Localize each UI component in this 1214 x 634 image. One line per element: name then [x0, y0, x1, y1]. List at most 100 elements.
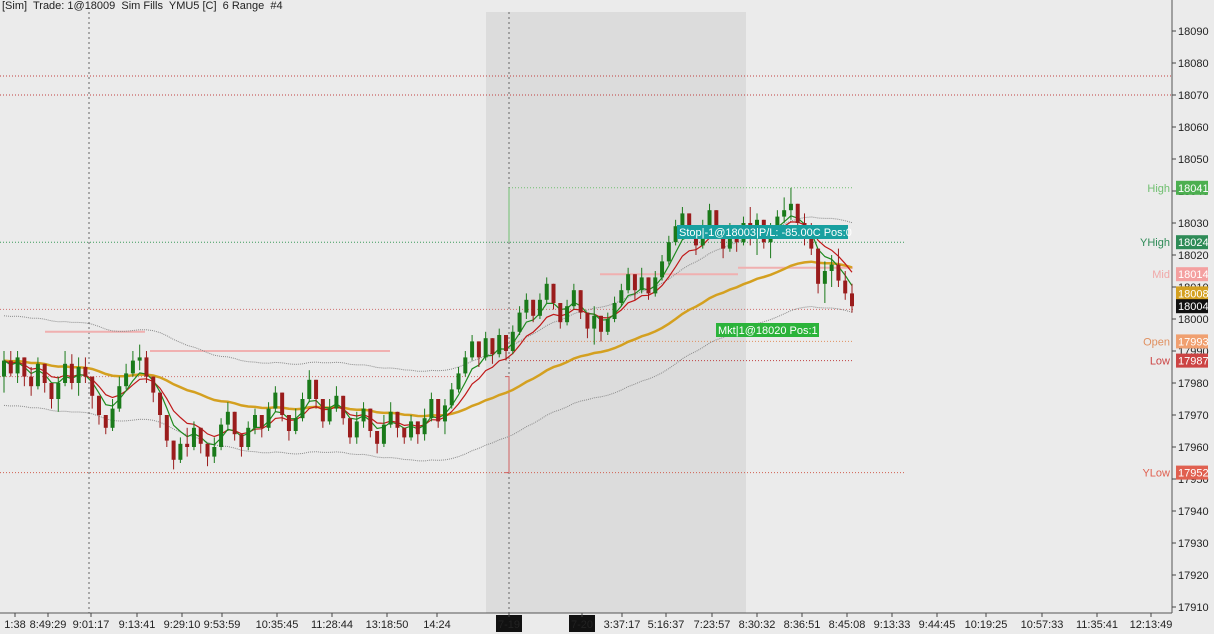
candle-body[interactable] — [164, 415, 169, 441]
candle-body[interactable] — [409, 421, 414, 438]
candle-body[interactable] — [232, 411, 237, 435]
candle-body[interactable] — [822, 271, 827, 284]
candle-body[interactable] — [395, 411, 400, 428]
candle-body[interactable] — [449, 389, 454, 406]
candle-body[interactable] — [110, 408, 115, 428]
candle-body[interactable] — [280, 392, 285, 415]
candle-body[interactable] — [402, 427, 407, 438]
candle-body[interactable] — [565, 306, 570, 323]
candle-body[interactable] — [137, 357, 142, 361]
candle-body[interactable] — [368, 408, 373, 431]
candle-body[interactable] — [680, 213, 685, 227]
candle-body[interactable] — [429, 399, 434, 419]
candle-body[interactable] — [490, 338, 495, 355]
candle-body[interactable] — [510, 331, 515, 351]
candle-body[interactable] — [8, 360, 13, 374]
candle-body[interactable] — [843, 280, 848, 294]
candle-body[interactable] — [626, 274, 631, 291]
candle-body[interactable] — [22, 357, 27, 377]
candle-body[interactable] — [178, 443, 183, 460]
candle-body[interactable] — [42, 363, 47, 383]
candle-body[interactable] — [130, 360, 135, 374]
candle-body[interactable] — [612, 303, 617, 319]
candle-body[interactable] — [504, 335, 509, 351]
candle-body[interactable] — [592, 315, 597, 329]
candle-body[interactable] — [253, 415, 258, 428]
candle-body[interactable] — [90, 376, 95, 396]
candle-body[interactable] — [436, 399, 441, 422]
candle-body[interactable] — [15, 357, 20, 374]
candle-body[interactable] — [56, 383, 61, 399]
candle-body[interactable] — [191, 427, 196, 447]
candle-body[interactable] — [320, 399, 325, 422]
candle-body[interactable] — [212, 447, 217, 457]
candle-body[interactable] — [354, 421, 359, 438]
candle-body[interactable] — [63, 363, 68, 383]
candle-body[interactable] — [273, 392, 278, 409]
candle-body[interactable] — [483, 338, 488, 358]
candle-body[interactable] — [266, 408, 271, 428]
candle-body[interactable] — [531, 299, 536, 316]
candle-body[interactable] — [83, 367, 88, 377]
candle-body[interactable] — [524, 299, 529, 313]
candle-body[interactable] — [470, 341, 475, 358]
candle-body[interactable] — [646, 277, 651, 294]
candle-body[interactable] — [537, 299, 542, 316]
candle-body[interactable] — [96, 395, 101, 415]
candle-body[interactable] — [653, 277, 658, 294]
candle-body[interactable] — [605, 319, 610, 332]
candle-body[interactable] — [144, 357, 149, 377]
candle-body[interactable] — [117, 386, 122, 409]
candle-body[interactable] — [585, 312, 590, 329]
candle-body[interactable] — [544, 283, 549, 300]
candle-body[interactable] — [2, 360, 6, 377]
candle-body[interactable] — [422, 418, 427, 435]
candle-body[interactable] — [517, 312, 522, 332]
candle-body[interactable] — [551, 283, 556, 303]
candle-body[interactable] — [246, 427, 251, 447]
candle-body[interactable] — [415, 421, 420, 435]
candle-body[interactable] — [198, 427, 203, 444]
candle-body[interactable] — [205, 443, 210, 457]
candle-body[interactable] — [293, 418, 298, 431]
candle-body[interactable] — [666, 242, 671, 262]
candle-body[interactable] — [69, 363, 74, 383]
candle-body[interactable] — [639, 277, 644, 291]
candle-body[interactable] — [476, 341, 481, 358]
candle-body[interactable] — [375, 431, 380, 444]
candle-body[interactable] — [29, 376, 34, 387]
candle-body[interactable] — [171, 440, 176, 460]
candle-body[interactable] — [619, 290, 624, 303]
candle-body[interactable] — [327, 408, 332, 422]
candle-body[interactable] — [49, 383, 54, 399]
candle-body[interactable] — [571, 290, 576, 307]
candle-body[interactable] — [795, 203, 800, 223]
candle-body[interactable] — [381, 424, 386, 444]
candle-body[interactable] — [259, 415, 264, 428]
price-chart[interactable]: Stop|-1@18003|P/L: -85.00C Pos:0 Mkt|1@18… — [0, 0, 1214, 634]
candle-body[interactable] — [388, 411, 393, 425]
candle-body[interactable] — [314, 379, 319, 399]
candle-body[interactable] — [225, 411, 230, 425]
candle-body[interactable] — [558, 303, 563, 323]
candle-body[interactable] — [341, 395, 346, 419]
candle-body[interactable] — [816, 248, 821, 284]
candle-body[interactable] — [185, 443, 190, 447]
candle-body[interactable] — [497, 335, 502, 355]
candle-body[interactable] — [151, 376, 156, 393]
candle-body[interactable] — [829, 264, 834, 271]
candle-body[interactable] — [124, 373, 129, 387]
candle-body[interactable] — [158, 392, 163, 415]
candle-body[interactable] — [239, 434, 244, 447]
candle-body[interactable] — [456, 373, 461, 390]
candle-body[interactable] — [35, 363, 40, 387]
candle-body[interactable] — [103, 415, 108, 428]
candle-body[interactable] — [347, 418, 352, 438]
candle-body[interactable] — [300, 399, 305, 419]
candle-body[interactable] — [286, 415, 291, 431]
candle-body[interactable] — [788, 203, 793, 211]
candle-body[interactable] — [442, 405, 447, 422]
candle-body[interactable] — [361, 408, 366, 422]
candle-body[interactable] — [660, 261, 665, 278]
candle-body[interactable] — [836, 264, 841, 281]
